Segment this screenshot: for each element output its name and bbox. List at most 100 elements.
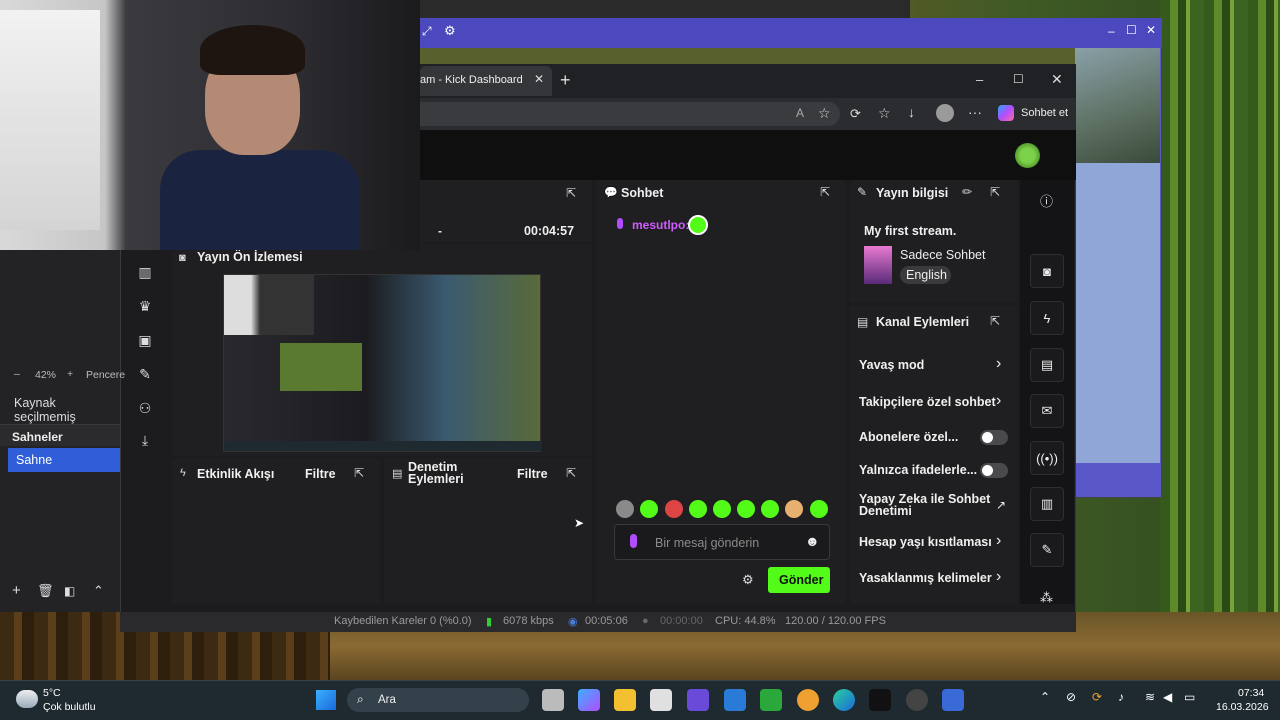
expand-icon[interactable]: ⤢ [422,24,432,39]
chevron-right-icon[interactable]: › [996,355,1001,373]
windows-start-icon[interactable] [316,690,336,710]
more-menu-icon[interactable]: ··· [968,104,982,120]
popout-icon[interactable]: ⇱ [820,185,830,199]
file-explorer-icon[interactable] [614,689,636,711]
popout-icon[interactable]: ⇱ [990,185,1000,199]
chevron-up-icon[interactable]: ⌃ [1040,690,1050,704]
subscribers-only-toggle[interactable] [980,430,1008,445]
clock-time[interactable]: 07:34 [1238,687,1264,699]
emote-icon[interactable] [665,500,683,518]
read-aloud-icon[interactable]: A [796,106,804,120]
popout-icon[interactable]: ⇱ [566,186,576,200]
wrench-action-icon[interactable]: ✎ [1030,533,1064,567]
emotes-only-toggle[interactable] [980,463,1008,478]
weather-desc[interactable]: Çok bulutlu [43,701,96,713]
chat-action-icon[interactable]: ✉ [1030,394,1064,428]
popout-icon[interactable]: ⇱ [354,466,364,480]
copilot-taskbar-icon[interactable] [578,689,600,711]
minimize-icon[interactable]: – [1108,24,1115,38]
browser-tab[interactable]: am - Kick Dashboard ✕ [420,66,552,96]
popout-icon[interactable]: ⇱ [566,466,576,480]
favorite-star-icon[interactable]: ☆ [818,105,831,122]
activity-filter-button[interactable]: Filtre [305,467,336,481]
xbox-icon[interactable] [760,689,782,711]
download-icon[interactable]: ⤓ [135,432,155,449]
network-off-icon[interactable]: ⊘ [1066,690,1076,704]
apps-icon[interactable]: ⁂ [1040,590,1053,606]
copilot-icon[interactable] [998,105,1014,121]
volume-icon[interactable]: ◀ [1163,690,1172,704]
broadcast-action-icon[interactable]: ((•)) [1030,441,1064,475]
emote-icon[interactable] [761,500,779,518]
zoom-out-button[interactable]: – [14,368,20,380]
emote-icon[interactable] [785,500,803,518]
emote-icon[interactable] [713,500,731,518]
gear-icon[interactable]: ⚙ [444,23,456,39]
close-icon[interactable]: ✕ [1146,23,1156,37]
users-icon[interactable]: ⚇ [135,400,155,417]
analytics-icon[interactable]: ▥ [135,264,155,281]
action-account-age[interactable]: Hesap yaşı kısıtlaması [859,535,1009,549]
filter-icon[interactable]: ◧ [64,584,75,598]
copilot-label[interactable]: Sohbet et [1021,107,1068,119]
emote-icon[interactable] [737,500,755,518]
app-icon[interactable] [687,689,709,711]
maximize-icon[interactable]: ☐ [1126,23,1137,37]
profile-avatar[interactable] [936,104,954,122]
zoom-in-button[interactable]: + [67,368,73,380]
tiktok-icon[interactable] [869,689,891,711]
action-banned-words[interactable]: Yasaklanmış kelimeler [859,571,1009,585]
media-icon[interactable]: ▣ [135,332,155,349]
mic-icon[interactable] [630,534,637,548]
wrench-icon[interactable]: ✎ [135,366,155,383]
new-tab-button[interactable]: + [560,70,571,91]
emote-icon[interactable] [616,500,634,518]
scene-item[interactable]: Sahne [8,448,120,472]
battery-icon[interactable]: ▭ [1184,690,1195,704]
notes-action-icon[interactable]: ▤ [1030,348,1064,382]
edge-icon[interactable] [833,689,855,711]
popout-icon[interactable]: ⇱ [990,314,1000,328]
chevron-right-icon[interactable]: › [996,392,1001,410]
outlook-icon[interactable] [724,689,746,711]
channel-action-icon[interactable]: ▥ [1030,487,1064,521]
address-bar[interactable]: A ☆ [420,102,840,126]
chevron-right-icon[interactable]: › [996,568,1001,586]
favorites-icon[interactable]: ☆ [878,105,891,122]
tab-close-icon[interactable]: ✕ [534,72,544,86]
trash-icon[interactable]: 🗑 [37,583,54,599]
chevron-right-icon[interactable]: › [996,532,1001,550]
edit-pencil-icon[interactable]: ✏ [962,185,972,199]
obs-taskbar-icon[interactable] [906,689,928,711]
chevron-up-icon[interactable]: ⌃ [93,583,104,599]
add-scene-icon[interactable]: + [12,582,21,599]
emote-icon[interactable] [689,500,707,518]
taskbar-search[interactable]: ⌕ Ara [347,688,529,712]
user-avatar[interactable] [1015,143,1040,168]
weather-temp[interactable]: 5°C [43,687,61,699]
emote-icon[interactable] [810,500,828,518]
store-icon[interactable] [650,689,672,711]
microphone-icon[interactable]: ♪ [1118,690,1124,704]
clock-date[interactable]: 16.03.2026 [1216,701,1269,713]
chat-settings-icon[interactable]: ⚙ [742,572,754,588]
weather-cloud-icon[interactable] [16,690,38,708]
app-window-icon[interactable] [942,689,964,711]
emote-icon[interactable] [640,500,658,518]
action-followers-only[interactable]: Takipçilere özel sohbet [859,395,1009,409]
emoji-picker-icon[interactable]: ☻ [805,533,820,549]
moderation-filter-button[interactable]: Filtre [517,467,548,481]
lightning-action-icon[interactable]: ϟ [1030,301,1064,335]
camera-action-icon[interactable]: ◙ [1030,254,1064,288]
external-link-icon[interactable]: ↗ [996,498,1006,512]
browser-close-icon[interactable]: ✕ [1051,71,1063,88]
downloads-icon[interactable]: ↓ [908,104,915,120]
info-icon[interactable]: ⓘ [1040,191,1053,210]
action-slow-mode[interactable]: Yavaş mod [859,358,1009,372]
trophy-icon[interactable]: ♛ [135,298,155,315]
action-ai-moderation[interactable]: Yapay Zeka ile Sohbet Denetimi [859,493,991,518]
sync-icon[interactable]: ⟳ [1092,690,1102,704]
wifi-icon[interactable]: ≋ [1145,690,1155,704]
browser-app-icon[interactable] [797,689,819,711]
send-button[interactable]: Gönder [768,567,830,593]
